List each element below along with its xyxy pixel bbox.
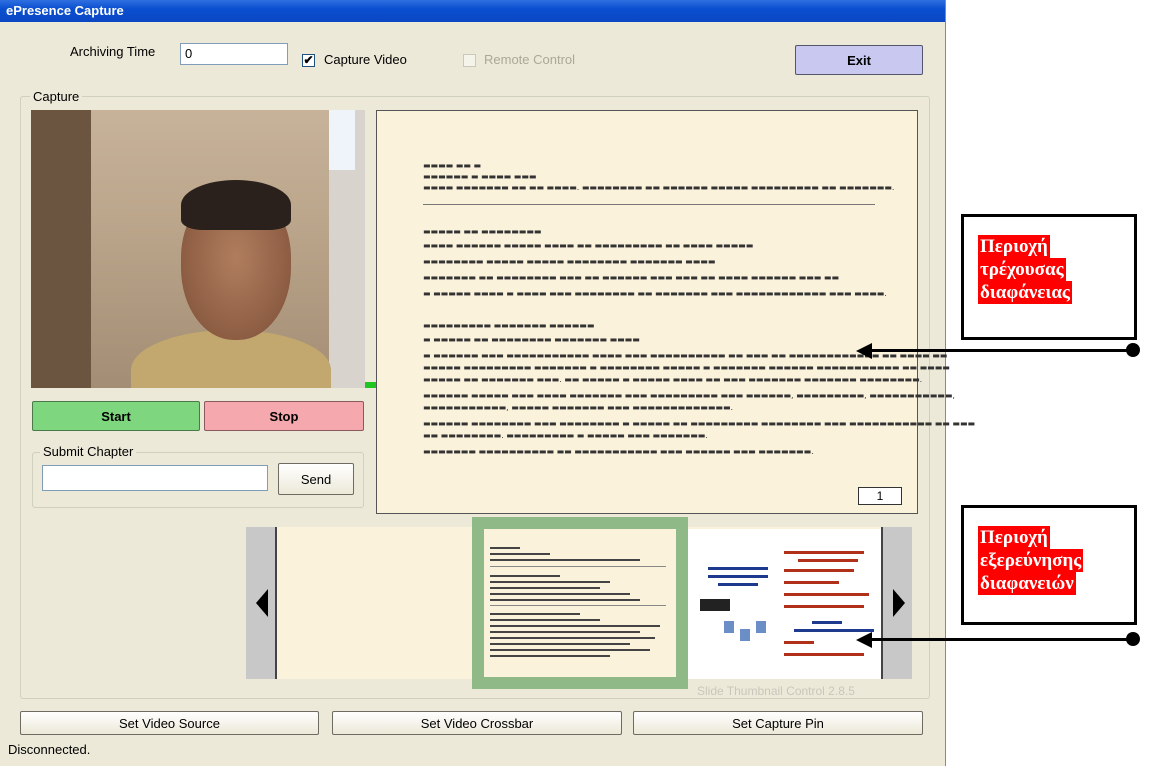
annotation-slide-browser-line1: Περιοχή xyxy=(978,526,1050,549)
capture-group-title: Capture xyxy=(30,89,83,104)
status-text: Disconnected. xyxy=(8,742,91,757)
start-button[interactable]: Start xyxy=(32,401,200,431)
send-button[interactable]: Send xyxy=(278,463,354,495)
annotation-slide-browser-box: Περιοχή εξερεύνησης διαφανειών xyxy=(961,505,1137,625)
thumbnail-scroll-right-button[interactable] xyxy=(881,527,912,679)
set-capture-pin-button[interactable]: Set Capture Pin xyxy=(633,711,923,735)
slide-thumbnail-2[interactable] xyxy=(688,529,881,679)
video-level-indicator xyxy=(365,382,376,388)
exit-button[interactable]: Exit xyxy=(795,45,923,75)
capture-video-checkbox[interactable]: ✔ xyxy=(302,54,315,67)
start-button-label: Start xyxy=(101,408,131,424)
annotation-slide-browser-line2: εξερεύνησης xyxy=(978,549,1084,572)
annotation-slide-browser-line3: διαφανειών xyxy=(978,572,1076,595)
capture-video-label: Capture Video xyxy=(324,52,407,67)
slide-number-box: 1 xyxy=(858,487,902,505)
annotation-current-slide-box: Περιοχή τρέχουσας διαφάνειας xyxy=(961,214,1137,340)
archiving-time-value: 0 xyxy=(185,46,193,61)
chapter-title-input[interactable] xyxy=(42,465,268,491)
set-video-crossbar-label: Set Video Crossbar xyxy=(420,715,534,731)
pointer-dot-icon xyxy=(1126,632,1140,646)
annotation-current-slide-pointer xyxy=(870,349,1133,352)
archiving-time-label: Archiving Time xyxy=(70,44,156,59)
window-title: ePresence Capture xyxy=(0,0,945,22)
video-preview xyxy=(31,110,365,388)
current-slide-view: ▬▬▬▬ ▬▬ ▬ ▬▬▬▬▬▬ ▬ ▬▬▬▬ ▬▬▬ ▬▬▬▬ ▬▬▬▬▬▬▬… xyxy=(376,110,975,514)
exit-button-label: Exit xyxy=(847,52,871,68)
remote-control-label: Remote Control xyxy=(484,52,576,67)
annotation-slide-browser-pointer xyxy=(870,638,1133,641)
arrow-right-icon xyxy=(893,589,905,617)
submit-chapter-title: Submit Chapter xyxy=(40,444,137,459)
annotation-current-slide-line3: διαφάνειας xyxy=(978,281,1072,304)
stop-button-label: Stop xyxy=(269,408,299,424)
pointer-dot-icon xyxy=(1126,343,1140,357)
set-video-source-button[interactable]: Set Video Source xyxy=(20,711,319,735)
remote-control-checkbox[interactable] xyxy=(463,54,476,67)
arrow-left-icon xyxy=(256,589,268,617)
checkmark-icon: ✔ xyxy=(303,53,314,67)
archiving-time-input[interactable]: 0 xyxy=(180,43,288,65)
set-video-source-label: Set Video Source xyxy=(119,715,220,731)
epresence-capture-window: ePresence Capture Archiving Time 0 ✔ Cap… xyxy=(0,0,975,766)
set-video-crossbar-button[interactable]: Set Video Crossbar xyxy=(332,711,622,735)
thumbnail-control-caption: Slide Thumbnail Control 2.8.5 xyxy=(697,684,855,698)
slide-thumbnail-1[interactable] xyxy=(484,529,676,677)
set-capture-pin-label: Set Capture Pin xyxy=(732,715,824,731)
thumbnail-scroll-left-button[interactable] xyxy=(246,527,277,679)
annotation-current-slide-line1: Περιοχή xyxy=(978,235,1050,258)
stop-button[interactable]: Stop xyxy=(204,401,364,431)
annotation-current-slide-line2: τρέχουσας xyxy=(978,258,1066,281)
send-button-label: Send xyxy=(300,471,332,487)
